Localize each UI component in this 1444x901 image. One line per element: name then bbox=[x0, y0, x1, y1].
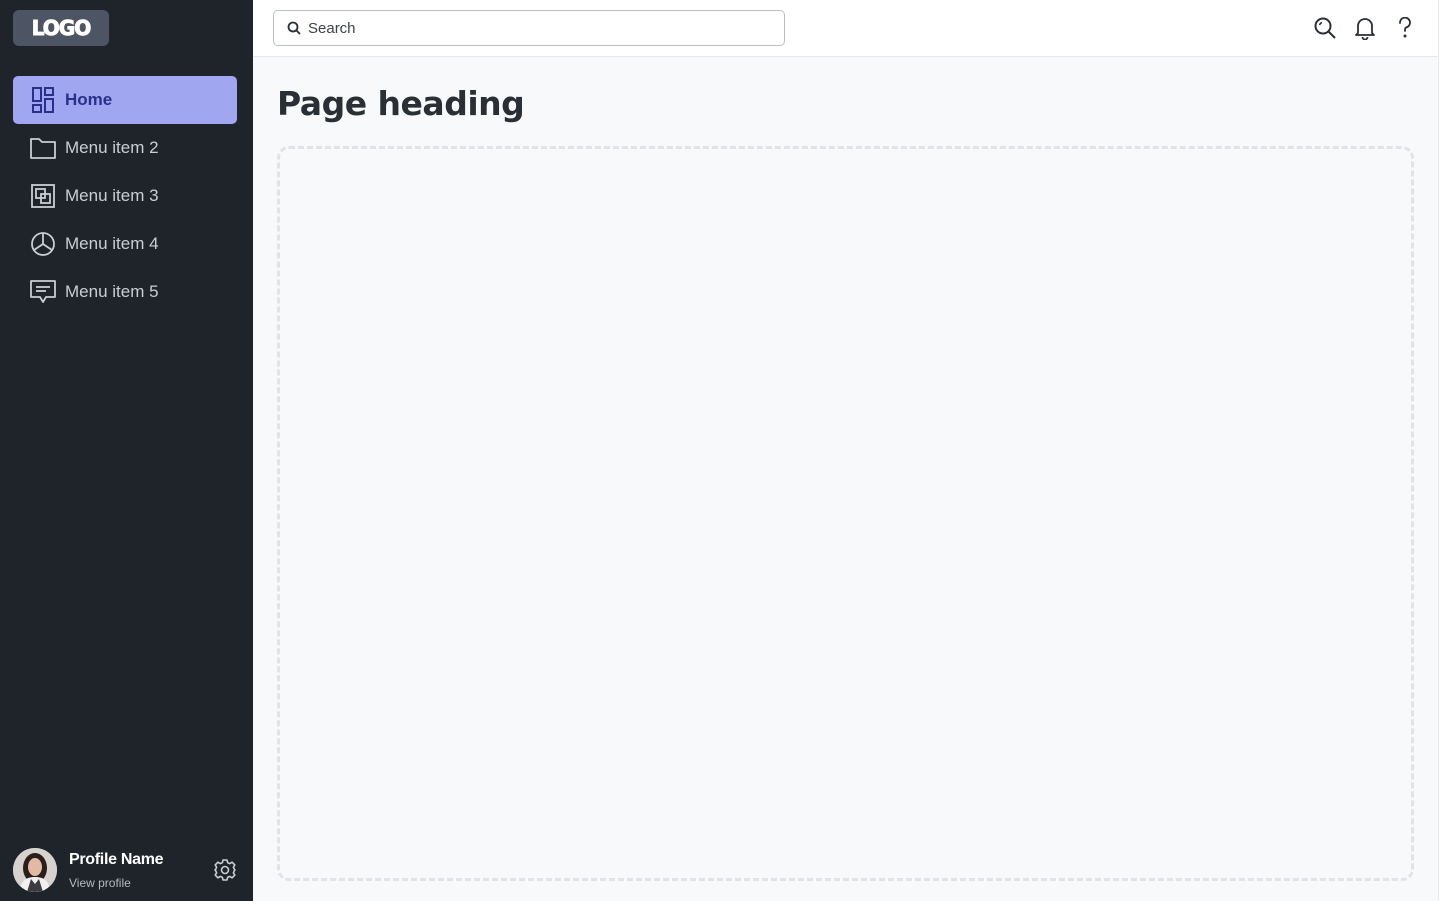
sidebar-item-label: Menu item 4 bbox=[65, 234, 159, 253]
sidebar-item-menu-4[interactable]: Menu item 4 bbox=[13, 220, 237, 268]
logo[interactable]: LOGO bbox=[13, 10, 109, 46]
profile-name: Profile Name bbox=[69, 851, 164, 868]
folder-icon bbox=[30, 135, 56, 161]
pie-chart-icon bbox=[30, 231, 56, 257]
sidebar-item-label: Menu item 3 bbox=[65, 186, 159, 205]
logo-text: LOGO bbox=[31, 16, 91, 41]
sidebar: LOGO Home Menu item 2 Menu item 3 Menu i… bbox=[0, 0, 253, 901]
sidebar-item-label: Menu item 2 bbox=[65, 138, 159, 157]
sidebar-item-menu-3[interactable]: Menu item 3 bbox=[13, 172, 237, 220]
sidebar-item-home[interactable]: Home bbox=[13, 76, 237, 124]
bell-icon[interactable] bbox=[1353, 16, 1377, 40]
page-title: Page heading bbox=[277, 84, 525, 123]
app-root: LOGO Home Menu item 2 Menu item 3 Menu i… bbox=[0, 0, 1444, 901]
search-input[interactable] bbox=[308, 19, 768, 37]
sidebar-item-label: Home bbox=[65, 90, 113, 109]
view-profile-link[interactable]: View profile bbox=[69, 876, 131, 890]
top-bar bbox=[253, 0, 1438, 57]
message-icon bbox=[30, 279, 56, 305]
help-icon[interactable] bbox=[1393, 16, 1417, 40]
gear-icon[interactable] bbox=[213, 858, 237, 882]
avatar[interactable] bbox=[13, 848, 57, 892]
search-icon bbox=[287, 21, 301, 35]
sidebar-item-menu-2[interactable]: Menu item 2 bbox=[13, 124, 237, 172]
sidebar-nav: Home Menu item 2 Menu item 3 Menu item 4… bbox=[13, 76, 237, 316]
sidebar-item-menu-5[interactable]: Menu item 5 bbox=[13, 268, 237, 316]
search-bar[interactable] bbox=[273, 10, 785, 46]
sidebar-item-label: Menu item 5 bbox=[65, 282, 159, 301]
layers-icon bbox=[30, 183, 56, 209]
scrollbar-track[interactable] bbox=[1438, 0, 1444, 901]
search-icon[interactable] bbox=[1313, 16, 1337, 40]
content-placeholder bbox=[277, 146, 1414, 881]
profile-section: Profile Name View profile bbox=[13, 848, 241, 892]
dashboard-icon bbox=[30, 87, 56, 113]
